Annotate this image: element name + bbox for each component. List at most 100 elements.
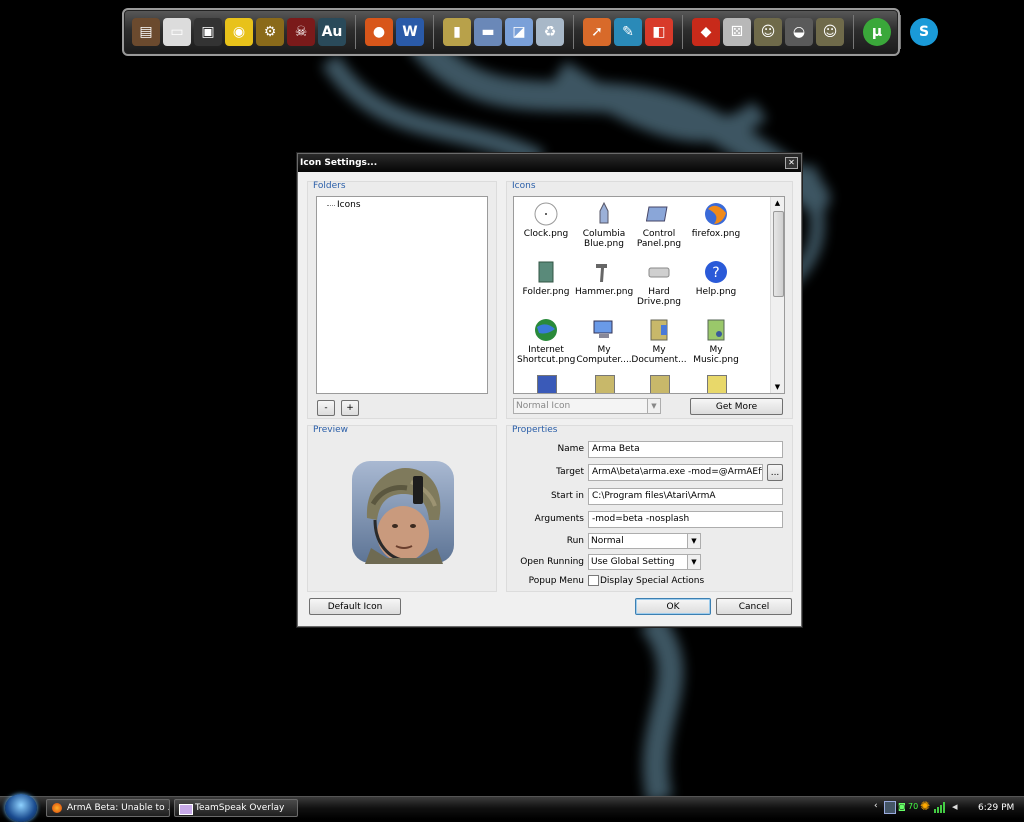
icon-type-select[interactable]: Normal Icon ▼ bbox=[513, 398, 661, 414]
icon-item-partial[interactable] bbox=[537, 375, 557, 393]
icon-item[interactable]: Folder.png bbox=[517, 259, 575, 297]
icons-list[interactable]: ▲ ▼ Clock.png Columbia Blue.png Control Pa… bbox=[513, 196, 785, 394]
utorrent-icon[interactable]: µ bbox=[863, 18, 891, 46]
properties-title: Properties bbox=[512, 425, 558, 435]
icon-thumbnail-icon: ? bbox=[705, 261, 727, 283]
firefox-icon[interactable]: ● bbox=[365, 18, 393, 46]
game-icon[interactable]: ◆ bbox=[692, 18, 720, 46]
icon-item-partial[interactable] bbox=[650, 375, 670, 393]
add-folder-button[interactable]: + bbox=[341, 400, 359, 416]
share-icon[interactable]: ➚ bbox=[583, 18, 611, 46]
skype-icon[interactable]: S bbox=[910, 18, 938, 46]
pen-icon[interactable]: ✎ bbox=[614, 18, 642, 46]
icon-item[interactable]: Clock.png bbox=[517, 201, 575, 239]
open-running-value: Use Global Setting bbox=[591, 557, 675, 567]
network-icon[interactable]: ◙ bbox=[898, 802, 906, 811]
clock[interactable]: 6:29 PM bbox=[978, 803, 1014, 813]
soldier-icon[interactable]: ☺ bbox=[754, 18, 782, 46]
teamspeak-icon bbox=[179, 804, 193, 815]
folder-icon[interactable]: ▮ bbox=[443, 18, 471, 46]
icon-item[interactable]: Internet Shortcut.png bbox=[517, 317, 575, 365]
helmet-icon[interactable]: ◒ bbox=[785, 18, 813, 46]
icon-item-label: My Computer.... bbox=[576, 345, 632, 365]
recycle-bin-icon[interactable]: ♻ bbox=[536, 18, 564, 46]
volume-icon[interactable]: ◂ bbox=[952, 800, 958, 813]
tree-item-icons[interactable]: Icons bbox=[337, 200, 361, 210]
dock-bar: ▤ ▭ ▣ ◉ ⚙ ☠ Au ● W ▮ ▬ ◪ ♻ ➚ ✎ ◧ ◆ ⚄ ☺ ◒ ☺ µ S bbox=[122, 8, 938, 56]
soldier-icon-2[interactable]: ☺ bbox=[816, 18, 844, 46]
remove-folder-button[interactable]: - bbox=[317, 400, 335, 416]
taskbar-item-teamspeak[interactable]: TeamSpeak Overlay bbox=[174, 799, 298, 817]
cancel-button[interactable]: Cancel bbox=[716, 598, 792, 615]
icon-item[interactable]: My Music.png bbox=[687, 317, 745, 365]
scroll-up-icon[interactable]: ▲ bbox=[771, 197, 784, 209]
icon-thumbnail-icon bbox=[596, 264, 607, 282]
icon-item[interactable]: My Computer.... bbox=[575, 317, 633, 365]
terminal-icon[interactable]: ▭ bbox=[163, 18, 191, 46]
icon-item-label: Control Panel.png bbox=[636, 229, 682, 249]
startin-field[interactable]: C:\Program files\Atari\ArmA bbox=[588, 488, 783, 505]
arguments-field[interactable]: -mod=beta -nosplash bbox=[588, 511, 783, 528]
chevron-left-icon[interactable]: ‹ bbox=[874, 801, 878, 811]
pirate-icon[interactable]: ☠ bbox=[287, 18, 315, 46]
taskbar: ArmA Beta: Unable to ... TeamSpeak Overl… bbox=[0, 794, 1024, 822]
start-orb-icon[interactable] bbox=[5, 794, 37, 822]
icons-scrollbar[interactable]: ▲ ▼ bbox=[770, 197, 784, 393]
icon-item-label: Hard Drive.png bbox=[637, 287, 681, 307]
icons-title: Icons bbox=[512, 181, 536, 191]
icon-item-label: Folder.png bbox=[522, 287, 570, 297]
taskbar-item-arma[interactable]: ArmA Beta: Unable to ... bbox=[46, 799, 170, 817]
icon-item-label: firefox.png bbox=[691, 229, 741, 239]
icon-item[interactable]: My Document... bbox=[630, 317, 688, 365]
computer-icon[interactable]: ▬ bbox=[474, 18, 502, 46]
icon-item[interactable]: Columbia Blue.png bbox=[575, 201, 633, 249]
close-icon[interactable]: ✕ bbox=[785, 157, 798, 169]
icon-item[interactable]: ? Help.png bbox=[687, 259, 745, 297]
name-field[interactable]: Arma Beta bbox=[588, 441, 783, 458]
dice-icon[interactable]: ⚄ bbox=[723, 18, 751, 46]
chevron-down-icon: ▼ bbox=[647, 399, 660, 413]
dock-separator bbox=[682, 15, 683, 49]
open-running-select[interactable]: Use Global Setting ▼ bbox=[588, 554, 701, 570]
icon-item-label: Clock.png bbox=[523, 229, 569, 239]
icon-item[interactable]: Hard Drive.png bbox=[630, 259, 688, 307]
svg-text:?: ? bbox=[712, 265, 719, 281]
firefox-icon bbox=[52, 803, 62, 813]
task-label: ArmA Beta: Unable to ... bbox=[67, 803, 170, 813]
properties-group: Properties Name Arma Beta Target ArmA\be… bbox=[506, 425, 793, 592]
icon-thumbnail-icon bbox=[646, 206, 668, 222]
target-field[interactable]: ArmA\beta\arma.exe -mod=@ArmAEffects bbox=[588, 464, 763, 481]
headset-icon[interactable] bbox=[884, 801, 896, 814]
settings-gear-icon[interactable]: ⚙ bbox=[256, 18, 284, 46]
folders-group: Folders Icons - + bbox=[307, 181, 497, 419]
display-special-actions-checkbox[interactable] bbox=[588, 575, 599, 586]
icon-item-partial[interactable] bbox=[595, 375, 615, 393]
display-special-actions-label[interactable]: Display Special Actions bbox=[600, 576, 704, 586]
icon-item[interactable]: Control Panel.png bbox=[630, 201, 688, 249]
audition-icon[interactable]: Au bbox=[318, 18, 346, 46]
scroll-thumb[interactable] bbox=[773, 211, 784, 297]
run-select[interactable]: Normal ▼ bbox=[588, 533, 701, 549]
word-icon[interactable]: W bbox=[396, 18, 424, 46]
ok-button[interactable]: OK bbox=[635, 598, 711, 615]
default-icon-button[interactable]: Default Icon bbox=[309, 598, 401, 615]
icon-item-partial[interactable] bbox=[707, 375, 727, 393]
icon-thumbnail-icon bbox=[538, 261, 554, 283]
icon-item-label: Hammer.png bbox=[575, 287, 634, 297]
name-label: Name bbox=[557, 444, 584, 454]
control-panel-icon[interactable]: ◪ bbox=[505, 18, 533, 46]
icon-item[interactable]: Hammer.png bbox=[575, 259, 633, 297]
browse-target-button[interactable]: ... bbox=[767, 464, 783, 481]
icon-item[interactable]: firefox.png bbox=[687, 201, 745, 239]
paint-icon[interactable]: ◧ bbox=[645, 18, 673, 46]
sun-icon[interactable]: ✺ bbox=[920, 799, 930, 813]
media-icon[interactable]: ▣ bbox=[194, 18, 222, 46]
signal-bars-icon[interactable] bbox=[934, 801, 948, 813]
open-running-label: Open Running bbox=[520, 557, 584, 567]
fruity-icon[interactable]: ◉ bbox=[225, 18, 253, 46]
preview-title: Preview bbox=[313, 425, 349, 435]
desktop-icon[interactable]: ▤ bbox=[132, 18, 160, 46]
scroll-down-icon[interactable]: ▼ bbox=[771, 381, 784, 393]
folders-tree[interactable]: Icons bbox=[316, 196, 488, 394]
get-more-button[interactable]: Get More bbox=[690, 398, 783, 415]
